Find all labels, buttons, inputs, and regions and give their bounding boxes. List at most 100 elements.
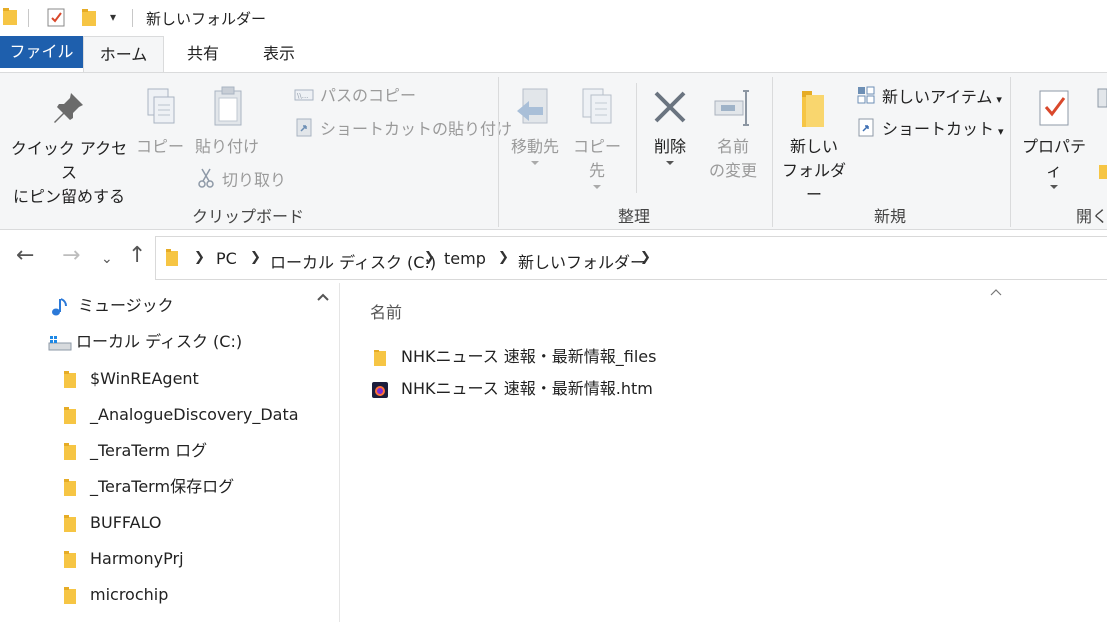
tree-item-label: BUFFALO — [90, 513, 162, 532]
new-item-label: 新しいアイテム — [882, 87, 993, 107]
properties-label: プロパティ — [1021, 137, 1086, 180]
folder-icon — [62, 406, 78, 436]
navigation-pane-scrollbar[interactable] — [312, 313, 334, 622]
copy-to-dropdown-icon — [593, 185, 601, 189]
group-label-open: 開く — [1076, 207, 1107, 226]
pin-icon — [8, 87, 130, 127]
file-list-pane: 名前 NHKニュース 速報・最新情報_files NHKニュース 速報・最新情報… — [341, 283, 1107, 622]
tree-item-label: ローカル ディスク (C:) — [76, 332, 243, 351]
breadcrumb-current-folder[interactable]: 新しいフォルダー — [518, 249, 646, 273]
new-folder-quick-icon[interactable] — [80, 6, 98, 32]
pin-quick-access-button[interactable]: クイック アクセス にピン留めする — [8, 87, 130, 209]
group-label-new: 新規 — [873, 207, 906, 226]
file-name: NHKニュース 速報・最新情報.htm — [401, 379, 653, 398]
ribbon: クイック アクセス にピン留めする コピー 貼り付け \\... パスのコピー シ… — [0, 72, 1107, 230]
address-bar[interactable]: ❯ PC ❯ ローカル ディスク (C:) ❯ temp ❯ 新しいフォルダー … — [155, 236, 1107, 280]
title-bar: ▾ 新しいフォルダー — [0, 0, 1107, 36]
paste-button[interactable]: 貼り付け — [192, 85, 262, 159]
column-header-name[interactable]: 名前 — [370, 299, 402, 323]
group-label-organize: 整理 — [617, 207, 650, 226]
forward-arrow-icon[interactable]: → — [62, 245, 80, 267]
breadcrumb-pc[interactable]: PC — [216, 249, 237, 268]
scissors-icon — [196, 167, 216, 195]
tab-home[interactable]: ホーム — [83, 36, 164, 73]
open-folder-small-icon[interactable] — [1098, 163, 1107, 185]
new-item-icon — [856, 85, 876, 111]
file-name: NHKニュース 速報・最新情報_files — [401, 347, 657, 366]
move-to-button[interactable]: 移動先 — [504, 85, 566, 165]
folder-icon — [62, 442, 78, 472]
ribbon-tabs: ファイル ホーム 共有 表示 — [0, 36, 1107, 73]
properties-icon — [1016, 85, 1092, 133]
cut-label: 切り取り — [222, 170, 287, 190]
move-to-icon — [504, 85, 566, 133]
open-small-icon[interactable] — [1096, 87, 1107, 113]
delete-x-icon — [644, 85, 696, 133]
breadcrumb-separator-icon[interactable]: ❯ — [498, 250, 509, 265]
properties-dropdown-icon — [1050, 185, 1058, 189]
breadcrumb-separator-icon[interactable]: ❯ — [640, 250, 651, 265]
breadcrumb-separator-icon[interactable]: ❯ — [424, 250, 435, 265]
tab-view[interactable]: 表示 — [246, 36, 312, 72]
move-to-label: 移動先 — [510, 137, 559, 156]
group-label-clipboard: クリップボード — [191, 207, 304, 226]
paste-shortcut-label: ショートカットの貼り付け — [320, 119, 513, 139]
tree-item-label: _AnalogueDiscovery_Data — [90, 405, 299, 424]
html-file-icon — [371, 380, 389, 408]
recent-locations-chevron-down-icon[interactable]: ⌄ — [101, 248, 113, 270]
navigation-pane: ミュージック ローカル ディスク (C:) $WinREAgent _Analo… — [0, 283, 340, 622]
tree-item-label: microchip — [90, 585, 169, 604]
tree-item-label: $WinREAgent — [90, 369, 199, 388]
folder-icon — [164, 247, 180, 273]
folder-icon — [371, 348, 389, 376]
svg-text:\\...: \\... — [297, 92, 308, 100]
copy-button[interactable]: コピー — [134, 85, 186, 159]
paste-label: 貼り付け — [194, 137, 259, 156]
delete-label: 削除 — [653, 137, 686, 156]
properties-button[interactable]: プロパティ — [1016, 85, 1092, 189]
paste-icon — [192, 85, 262, 129]
drive-icon — [48, 333, 72, 363]
scroll-up-chevron-icon[interactable] — [312, 291, 334, 313]
customize-quick-access-icon[interactable]: ▾ — [110, 10, 116, 24]
tree-item-label: HarmonyPrj — [90, 549, 184, 568]
copy-label: コピー — [135, 137, 184, 156]
move-to-dropdown-icon — [531, 161, 539, 165]
copy-to-button[interactable]: コピー先 — [566, 85, 628, 189]
cut-button[interactable]: 切り取り — [196, 167, 286, 195]
delete-button[interactable]: 削除 — [644, 85, 696, 165]
window-title: 新しいフォルダー — [146, 10, 267, 28]
new-item-dropdown-icon: ▾ — [996, 92, 1002, 106]
folder-icon — [62, 478, 78, 508]
tab-share[interactable]: 共有 — [170, 36, 236, 72]
breadcrumb-separator-icon[interactable]: ❯ — [250, 250, 261, 265]
new-folder-label-line2: フォルダー — [781, 161, 846, 204]
tree-item-label: ミュージック — [78, 296, 174, 315]
copy-path-button[interactable]: \\... パスのコピー — [294, 85, 416, 108]
shortcut-button[interactable]: ショートカット ▾ — [856, 117, 1004, 143]
tree-item-label: _TeraTerm保存ログ — [90, 477, 235, 496]
folder-icon — [2, 6, 18, 32]
back-arrow-icon[interactable]: ← — [16, 245, 34, 267]
rename-button[interactable]: 名前 の変更 — [700, 85, 766, 183]
up-arrow-icon[interactable]: ↑ — [128, 245, 146, 267]
rename-icon — [700, 85, 766, 133]
paste-shortcut-button[interactable]: ショートカットの貼り付け — [294, 117, 512, 143]
new-folder-label-line1: 新しい — [789, 137, 838, 156]
shortcut-label: ショートカット — [882, 119, 995, 139]
pin-label-line2: にピン留めする — [12, 187, 125, 206]
tab-file[interactable]: ファイル — [0, 36, 83, 68]
navigation-bar: ← → ⌄ ↑ ❯ PC ❯ ローカル ディスク (C:) ❯ temp ❯ 新… — [0, 231, 1107, 283]
copy-to-label: コピー先 — [572, 137, 621, 180]
breadcrumb-local-disk[interactable]: ローカル ディスク (C:) — [270, 249, 436, 273]
rename-label-line2: の変更 — [708, 161, 757, 180]
breadcrumb-separator-icon[interactable]: ❯ — [194, 250, 205, 265]
sort-ascending-chevron-up-icon[interactable] — [989, 287, 1003, 302]
properties-check-icon[interactable] — [46, 6, 66, 32]
music-icon — [50, 297, 68, 327]
folder-icon — [62, 514, 78, 544]
new-folder-button[interactable]: 新しい フォルダー — [778, 85, 850, 207]
copy-path-label: パスのコピー — [320, 86, 417, 105]
breadcrumb-temp[interactable]: temp — [444, 249, 486, 268]
new-item-button[interactable]: 新しいアイテム ▾ — [856, 85, 1002, 111]
